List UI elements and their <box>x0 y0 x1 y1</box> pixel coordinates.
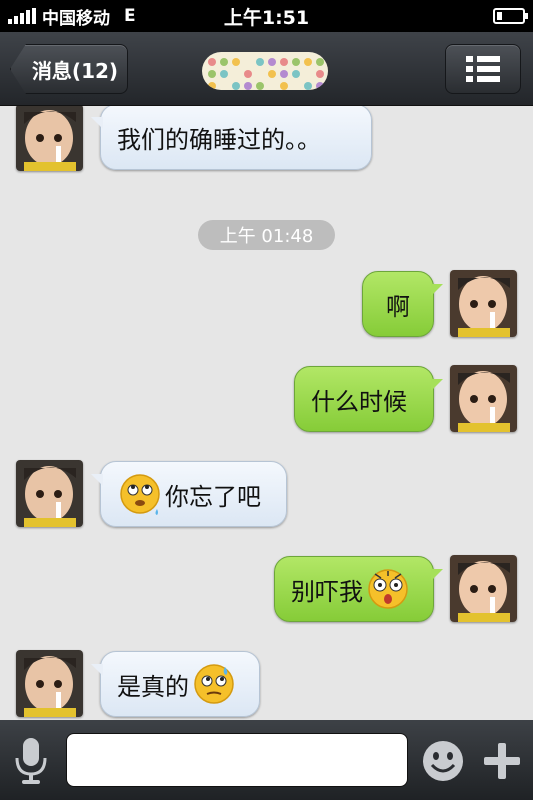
message-bubble-outgoing[interactable]: 什么时候 <box>294 366 443 432</box>
message-bubble-incoming[interactable]: 你忘了吧 <box>91 461 287 527</box>
contact-avatar[interactable] <box>16 106 83 171</box>
network-type: E <box>124 6 136 26</box>
time-separator-label: 上午 01:48 <box>219 226 314 247</box>
message-text: 啊 <box>386 292 410 321</box>
message-bubble-incoming[interactable]: 我们的确睡过的。。 <box>91 106 372 170</box>
message-bubble-outgoing[interactable]: 啊 <box>362 271 443 337</box>
contact-name-pill[interactable] <box>202 52 328 90</box>
sweat-emoji <box>194 664 234 704</box>
list-icon <box>466 56 500 82</box>
plus-icon[interactable] <box>482 741 522 781</box>
contact-avatar[interactable] <box>16 460 83 527</box>
message-input-bar <box>0 720 533 800</box>
shocked-emoji <box>368 569 408 609</box>
back-to-messages-button[interactable]: 消息(12) <box>10 44 128 94</box>
contact-avatar[interactable] <box>16 650 83 717</box>
message-input[interactable] <box>66 733 408 787</box>
back-button-label: 消息(12) <box>31 58 119 83</box>
smiley-icon[interactable] <box>421 739 465 783</box>
message-bubble-incoming[interactable]: 是真的 <box>91 651 260 717</box>
signal-strength-icon <box>8 8 36 24</box>
navigation-bar: 消息(12) <box>0 32 533 106</box>
sweat-roll-eyes-emoji <box>120 474 160 515</box>
battery-icon <box>493 8 528 24</box>
chat-message-list[interactable]: 我们的确睡过的。。 上午 01:48 啊 什么时候 你忘了吧 别吓我 是真的 <box>0 106 533 720</box>
message-text: 别吓我 <box>291 577 363 606</box>
status-bar: 中国移动 E 上午1:51 <box>0 0 533 32</box>
carrier-name: 中国移动 <box>42 8 110 29</box>
polka-dot-pattern <box>208 58 324 90</box>
time-separator: 上午 01:48 <box>198 220 335 250</box>
my-avatar[interactable] <box>450 365 517 432</box>
my-avatar[interactable] <box>450 270 517 337</box>
chat-details-button[interactable] <box>445 44 521 94</box>
message-text: 是真的 <box>117 672 189 701</box>
message-bubble-outgoing[interactable]: 别吓我 <box>274 556 443 622</box>
microphone-icon[interactable] <box>14 736 48 786</box>
message-text: 我们的确睡过的。。 <box>117 125 321 154</box>
message-text: 什么时候 <box>311 387 407 416</box>
message-text: 你忘了吧 <box>165 482 261 511</box>
my-avatar[interactable] <box>450 555 517 622</box>
